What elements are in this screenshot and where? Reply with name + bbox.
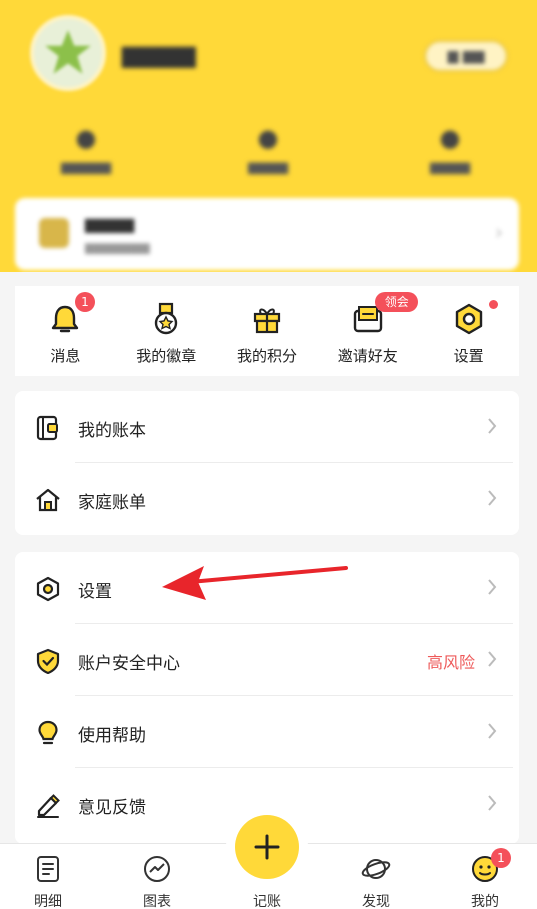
tab-mine[interactable]: 1 我的 — [445, 844, 525, 909]
menu-item-label: 账户安全中心 — [78, 654, 180, 674]
planet-icon — [361, 859, 391, 879]
quick-action-label: 设置 — [453, 347, 484, 365]
record-button[interactable] — [235, 815, 299, 879]
quick-action-label: 我的徽章 — [136, 347, 197, 365]
tab-discover[interactable]: 发现 — [336, 844, 416, 909]
quick-action-label: 我的积分 — [236, 347, 297, 365]
quick-action-invite[interactable]: 领会员 邀请好友 — [317, 286, 419, 376]
menu-item-label: 家庭账单 — [78, 493, 146, 513]
stat-obscured: ● ▆▆▆▆ — [248, 124, 288, 175]
chevron-right-icon — [488, 795, 497, 811]
tab-label: 明细 — [34, 894, 62, 909]
quick-action-messages[interactable]: 1 消息 — [15, 286, 116, 376]
tab-label: 记账 — [253, 894, 281, 909]
medal-icon — [154, 302, 178, 335]
shield-check-icon — [36, 648, 60, 674]
quick-action-badges[interactable]: 我的徽章 — [116, 286, 217, 376]
tab-label: 发现 — [362, 894, 390, 909]
settings-notification-dot — [489, 300, 499, 309]
menu-item-family-bill[interactable]: 家庭账单 — [15, 463, 519, 535]
gift-icon — [253, 308, 281, 334]
stat-obscured: ● ▆▆▆▆ — [430, 124, 470, 175]
plus-icon — [254, 834, 280, 860]
menu-item-label: 使用帮助 — [78, 726, 146, 746]
chevron-right-icon — [488, 723, 497, 739]
star-avatar-icon — [45, 30, 91, 74]
tab-label: 图表 — [143, 894, 171, 909]
lightbulb-icon — [38, 720, 58, 745]
sign-in-button-obscured[interactable]: ▆ ▆▆ — [424, 40, 508, 72]
menu-item-label: 设置 — [78, 582, 112, 602]
hexagon-gear-icon — [36, 576, 60, 602]
books-card: 我的账本 家庭账单 — [15, 391, 519, 535]
quick-actions: 1 消息 我的徽章 我的积分 领会员 邀请好友 设置 — [15, 286, 519, 376]
tab-details[interactable]: 明细 — [8, 844, 88, 909]
quick-action-settings[interactable]: 设置 — [418, 286, 519, 376]
stat-obscured: ● ▆▆▆▆▆ — [61, 124, 111, 175]
house-icon — [36, 488, 60, 512]
hexagon-gear-icon — [455, 303, 482, 335]
mine-badge: 1 — [491, 848, 511, 868]
chevron-right-icon — [488, 579, 497, 595]
document-list-icon — [37, 856, 59, 882]
quick-action-points[interactable]: 我的积分 — [217, 286, 318, 376]
ledger-book-icon — [36, 415, 58, 441]
pencil-icon — [37, 794, 60, 818]
tab-charts[interactable]: 图表 — [117, 844, 197, 909]
chart-trend-icon — [144, 856, 170, 882]
menu-item-my-ledger[interactable]: 我的账本 — [15, 391, 519, 463]
menu-item-help[interactable]: 使用帮助 — [15, 696, 519, 768]
menu-item-settings[interactable]: 设置 — [15, 552, 519, 624]
menu-item-label: 意见反馈 — [78, 798, 146, 818]
menu-item-label: 我的账本 — [78, 421, 146, 441]
risk-status: 高风险 — [426, 653, 475, 672]
menu-item-account-security[interactable]: 账户安全中心 高风险 — [15, 624, 519, 696]
username-obscured: ▆▆▆▆ — [122, 40, 196, 68]
vip-banner-obscured[interactable]: ▆▆▆▆ ▆▆▆▆▆▆▆ › — [15, 198, 519, 270]
avatar[interactable] — [30, 15, 106, 91]
chevron-right-icon — [488, 490, 497, 506]
chevron-right-icon — [488, 418, 497, 434]
quick-action-label: 消息 — [50, 347, 81, 365]
settings-card: 设置 账户安全中心 高风险 使用帮助 意见反馈 — [15, 552, 519, 844]
messages-badge: 1 — [75, 292, 95, 312]
chevron-right-icon — [488, 651, 497, 667]
tab-label: 我的 — [471, 894, 499, 909]
invite-badge: 领会员 — [375, 292, 419, 329]
quick-action-label: 邀请好友 — [337, 347, 398, 365]
